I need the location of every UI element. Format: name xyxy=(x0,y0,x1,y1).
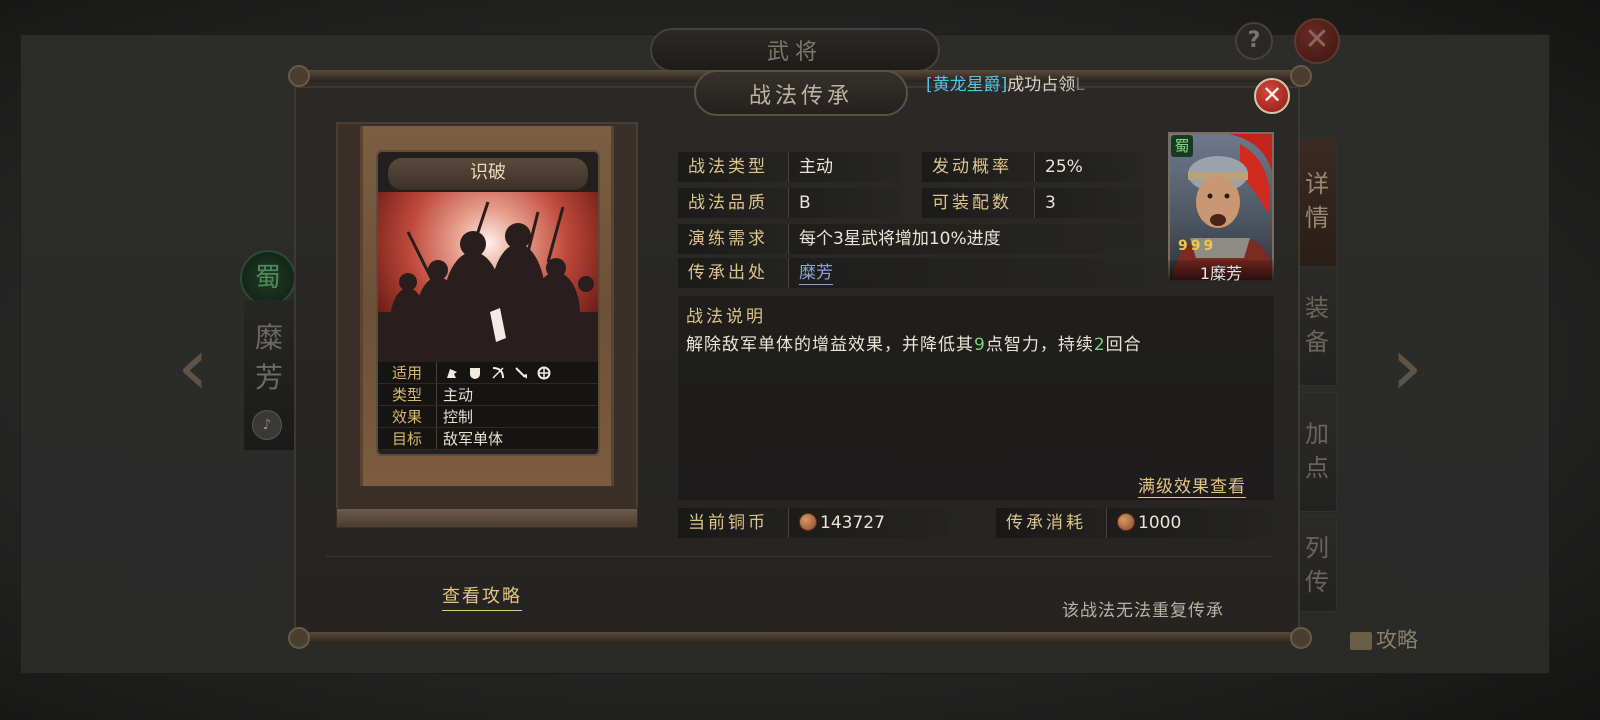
skill-card-attributes: 适用 类型 主动 效果 控制 目标 敌军单体 xyxy=(378,362,598,450)
wheel-icon xyxy=(537,366,551,379)
equip-slots-value: 3 xyxy=(1034,188,1144,218)
previous-hero-arrow-icon[interactable]: ‹ xyxy=(168,322,218,412)
dialog-bottom-rail xyxy=(292,632,1304,644)
soldiers-silhouette-art xyxy=(378,201,598,362)
scroll-rod xyxy=(336,508,638,528)
background-close-button[interactable]: ✕ xyxy=(1294,18,1340,64)
inherit-source-label: 传承出处 xyxy=(678,258,788,288)
book-icon xyxy=(1350,632,1372,650)
rail-ornament xyxy=(288,627,310,649)
current-coins-value: 143727 xyxy=(788,508,950,538)
card-row-key: 目标 xyxy=(391,430,422,448)
bow-icon xyxy=(492,366,504,379)
card-row-value: 敌军单体 xyxy=(436,428,598,449)
copper-coin-icon xyxy=(1117,513,1135,531)
next-hero-arrow-icon[interactable]: › xyxy=(1382,322,1432,412)
skill-description-text: 解除敌军单体的增益效果，并降低其9点智力，持续2回合 xyxy=(686,330,1142,355)
rail-ornament xyxy=(1290,627,1312,649)
portrait-star-rating: 999 xyxy=(1178,238,1217,254)
skill-type-value: 主动 xyxy=(788,152,900,182)
dialog-title: 战法传承 xyxy=(748,84,853,109)
ticker-fade: L xyxy=(1075,75,1085,95)
view-guide-link[interactable]: 查看攻略 xyxy=(442,582,522,611)
guide-button[interactable]: 攻略 xyxy=(1350,624,1418,654)
cavalry-icon xyxy=(447,368,457,378)
skill-card-name: 识破 xyxy=(388,158,588,190)
skill-card-art xyxy=(378,192,598,362)
card-row-key: 类型 xyxy=(391,386,422,404)
equip-slots-label: 可装配数 xyxy=(922,188,1034,218)
skill-quality-value: B xyxy=(788,188,900,218)
current-coins-amount: 143727 xyxy=(820,513,885,533)
tab-attribute-points[interactable]: 加点 xyxy=(1297,392,1337,512)
portrait-hero-name: 1糜芳 xyxy=(1168,260,1274,283)
practice-requirement-value: 每个3星武将增加10%进度 xyxy=(788,224,1144,254)
applicable-units xyxy=(436,362,598,383)
current-coins-label: 当前铜币 xyxy=(678,508,788,538)
practice-requirement-label: 演练需求 xyxy=(678,224,788,254)
ticker-text: 成功占领 xyxy=(1007,75,1076,95)
copper-coin-icon xyxy=(799,513,817,531)
trigger-rate-label: 发动概率 xyxy=(922,152,1034,182)
desc-number: 9 xyxy=(974,335,986,355)
card-row-applicable: 适用 xyxy=(378,362,598,384)
portrait-kingdom-badge: 蜀 xyxy=(1171,135,1193,157)
card-row-type: 类型 主动 xyxy=(378,384,598,406)
inherit-note: 该战法无法重复传承 xyxy=(1062,601,1224,621)
footer-divider xyxy=(326,556,1272,557)
inherit-source-name[interactable]: 糜芳 xyxy=(799,263,833,285)
card-row-target: 目标 敌军单体 xyxy=(378,428,598,450)
background-window-title: 武将 xyxy=(766,40,823,65)
skill-description-label: 战法说明 xyxy=(686,307,766,327)
card-row-key: 效果 xyxy=(391,408,422,426)
faction-seal-icon: 蜀 xyxy=(240,250,296,306)
rail-ornament xyxy=(1290,65,1312,87)
voice-speaker-icon[interactable]: ♪ xyxy=(252,410,282,440)
card-row-effect: 效果 控制 xyxy=(378,406,598,428)
desc-part: 回合 xyxy=(1105,335,1142,355)
inherit-cost-value: 1000 xyxy=(1106,508,1272,538)
guide-button-label: 攻略 xyxy=(1376,628,1418,652)
spear-icon xyxy=(515,366,527,379)
rail-ornament xyxy=(288,65,310,87)
dialog-close-button[interactable]: ✕ xyxy=(1254,78,1290,114)
desc-number: 2 xyxy=(1093,335,1106,355)
skill-description-panel xyxy=(678,296,1274,500)
inherit-source-link[interactable]: 糜芳 xyxy=(788,258,1144,288)
card-row-value: 主动 xyxy=(436,384,598,405)
tab-biography[interactable]: 列传 xyxy=(1297,516,1337,612)
inherit-cost-amount: 1000 xyxy=(1138,513,1182,533)
tab-details[interactable]: 详情 xyxy=(1297,138,1337,268)
ticker-highlight: [黄龙星爵] xyxy=(926,75,1008,95)
hero-name: 糜芳 xyxy=(254,321,283,394)
help-button[interactable]: ? xyxy=(1235,22,1273,60)
inherit-cost-label: 传承消耗 xyxy=(996,508,1106,538)
card-row-key: 适用 xyxy=(391,364,422,382)
tab-equipment[interactable]: 装备 xyxy=(1297,266,1337,386)
skill-quality-label: 战法品质 xyxy=(678,188,788,218)
desc-part: 解除敌军单体的增益效果，并降低其 xyxy=(686,335,974,355)
card-row-value: 控制 xyxy=(436,406,598,427)
max-level-effect-link[interactable]: 满级效果查看 xyxy=(1138,472,1246,498)
trigger-rate-value: 25% xyxy=(1034,152,1144,182)
skill-type-label: 战法类型 xyxy=(678,152,788,182)
desc-part: 点智力，持续 xyxy=(985,335,1094,355)
shield-icon xyxy=(470,367,480,379)
broadcast-ticker: [黄龙星爵]成功占领L xyxy=(926,70,1085,95)
